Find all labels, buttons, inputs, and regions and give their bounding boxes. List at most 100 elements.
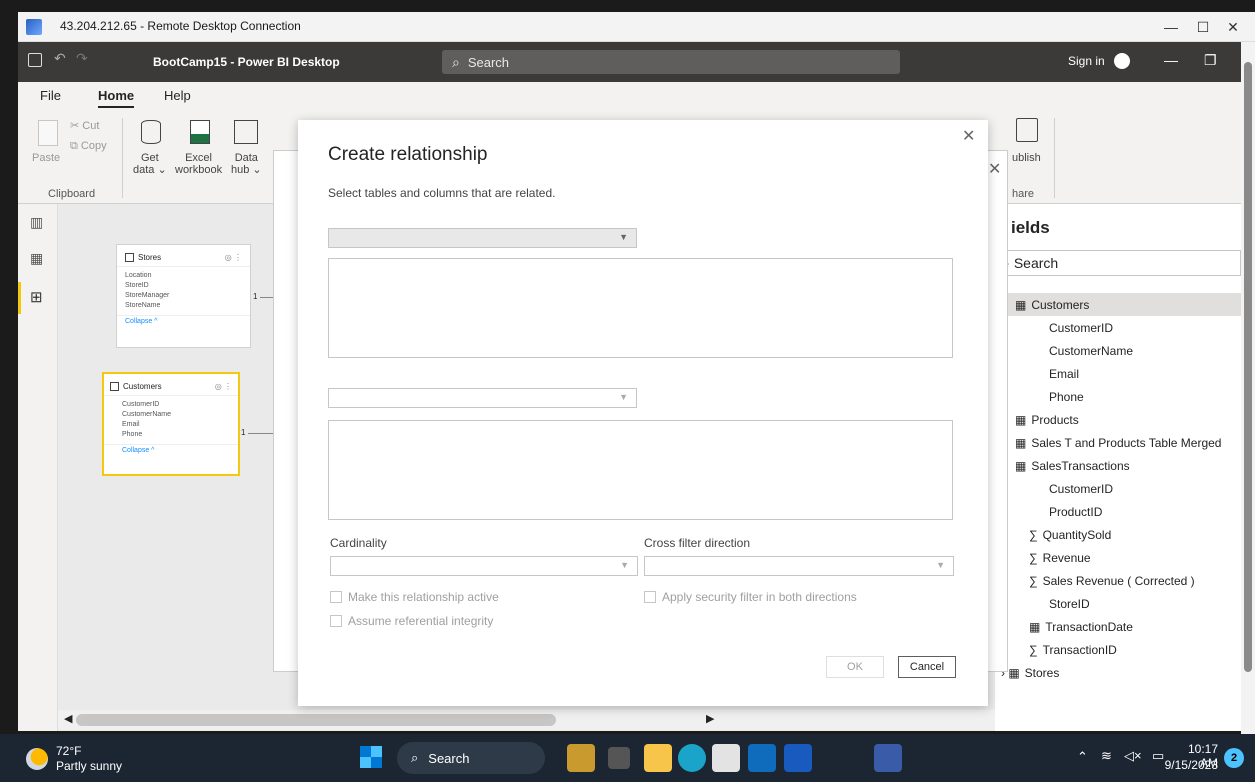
customers-table-card[interactable]: Customers ◎ ⋮ CustomerID CustomerName Em… [102, 372, 240, 476]
eye-icon[interactable]: ◎ ⋮ [225, 253, 242, 262]
remote-desktop-icon[interactable] [874, 744, 902, 772]
first-table-select[interactable]: ▼ [328, 228, 637, 248]
customers-field[interactable]: CustomerName [122, 410, 220, 420]
customers-field[interactable]: CustomerID [122, 400, 220, 410]
file-explorer-icon[interactable] [644, 744, 672, 772]
second-table-select[interactable]: ▼ [328, 388, 637, 408]
wifi-icon[interactable]: ≋ [1101, 748, 1112, 764]
checkbox-box[interactable] [644, 591, 656, 603]
get-data-button[interactable]: Get data ⌄ [133, 152, 167, 176]
checkbox-box[interactable] [330, 615, 342, 627]
clock-date[interactable]: 9/15/2023 [1156, 758, 1218, 772]
model-view-icon[interactable]: ⊞ [30, 288, 43, 306]
rdp-minimize-button[interactable]: — [1156, 16, 1186, 38]
sign-in-link[interactable]: Sign in [1068, 54, 1105, 68]
cancel-button[interactable]: Cancel [898, 656, 956, 678]
store-icon[interactable] [712, 744, 740, 772]
stores-field[interactable]: StoreManager [125, 291, 242, 301]
first-table-preview[interactable] [328, 258, 953, 358]
fields-list-item[interactable]: ∑ TransactionID [995, 638, 1241, 661]
vertical-scrollbar[interactable] [1241, 42, 1255, 734]
fields-list-item[interactable]: Phone [995, 385, 1241, 408]
start-icon[interactable] [360, 746, 382, 768]
table-view-icon[interactable]: ▦ [30, 250, 43, 267]
weather-temp[interactable]: 72°F [56, 744, 81, 758]
customers-collapse-link[interactable]: Collapse ^ [104, 444, 238, 456]
fields-list-item[interactable]: ▦ Sales T and Products Table Merged [995, 431, 1241, 454]
horizontal-scrollbar[interactable]: ◀ ▶ [58, 710, 995, 730]
fields-list-item[interactable]: ∑ Revenue [995, 546, 1241, 569]
fields-list-item[interactable]: ▦ TransactionDate [995, 615, 1241, 638]
pbi-minimize-button[interactable]: — [1164, 52, 1178, 68]
publish-icon [1016, 118, 1038, 142]
cardinality-select[interactable]: ▼ [330, 556, 638, 576]
taskbar-search[interactable]: ⌕ Search [397, 742, 545, 774]
ok-button[interactable]: OK [826, 656, 884, 678]
menu-file[interactable]: File [40, 88, 61, 103]
paste-button[interactable]: Paste [32, 152, 60, 164]
show-hidden-icons-icon[interactable]: ⌃ [1077, 749, 1088, 765]
stores-field[interactable]: StoreName [125, 301, 242, 311]
customers-field[interactable]: Email [122, 420, 220, 430]
cut-button[interactable]: ✂ Cut [70, 120, 99, 132]
referential-integrity-checkbox[interactable]: Assume referential integrity [330, 614, 493, 628]
excel-workbook-button[interactable]: Excel workbook [175, 152, 222, 176]
fields-list-item[interactable]: CustomerID [995, 316, 1241, 339]
checkbox-box[interactable] [330, 591, 342, 603]
scroll-right-icon[interactable]: ▶ [706, 712, 714, 725]
teams-icon[interactable] [567, 744, 595, 772]
menu-home[interactable]: Home [98, 88, 135, 108]
customers-field[interactable]: Phone [122, 430, 220, 440]
make-active-checkbox[interactable]: Make this relationship active [330, 590, 499, 604]
apply-security-checkbox[interactable]: Apply security filter in both directions [644, 590, 857, 604]
report-view-icon[interactable]: ▥ [30, 214, 43, 231]
scrollbar-thumb[interactable] [76, 714, 556, 726]
data-hub-button[interactable]: Data hub ⌄ [231, 152, 262, 176]
volume-icon[interactable]: ◁× [1124, 748, 1142, 764]
task-view-icon[interactable] [608, 747, 630, 769]
rdp-maximize-button[interactable]: ☐ [1188, 16, 1218, 38]
stores-field[interactable]: StoreID [125, 281, 242, 291]
fields-list-item[interactable]: ∑ Sales Revenue ( Corrected ) [995, 569, 1241, 592]
fields-list-item[interactable]: StoreID [995, 592, 1241, 615]
account-avatar-icon[interactable] [1114, 53, 1130, 69]
pbi-restore-button[interactable]: ❐ [1204, 52, 1217, 69]
notification-badge[interactable]: 2 [1224, 748, 1244, 768]
fields-list-item[interactable]: ▦ Customers [995, 293, 1241, 316]
edge-icon[interactable] [678, 744, 706, 772]
eye-icon[interactable]: ◎ ⋮ [215, 382, 232, 391]
fields-search-input[interactable]: ⌕ Search [1001, 250, 1241, 276]
relationship-line[interactable] [260, 297, 274, 298]
undo-icon[interactable]: ↶ [54, 50, 66, 67]
redo-icon[interactable]: ↷ [76, 50, 88, 67]
fields-list-item[interactable]: ProductID [995, 500, 1241, 523]
relationship-line[interactable] [248, 433, 274, 434]
weather-icon[interactable] [26, 748, 48, 770]
fields-list-item[interactable]: CustomerID [995, 477, 1241, 500]
title-search-box[interactable]: ⌕ Search [442, 50, 900, 74]
second-table-preview[interactable] [328, 420, 953, 520]
stores-table-card[interactable]: Stores ◎ ⋮ Location StoreID StoreManager… [116, 244, 251, 348]
outlook-icon[interactable] [748, 744, 776, 772]
weather-condition[interactable]: Partly sunny [56, 759, 122, 773]
fields-list-item[interactable]: ▦ Products [995, 408, 1241, 431]
scrollbar-thumb[interactable] [1244, 62, 1252, 672]
rdp-close-button[interactable]: ✕ [1218, 16, 1248, 38]
dialog-close-button[interactable]: ✕ [962, 126, 975, 146]
save-icon[interactable] [28, 53, 42, 67]
copy-button[interactable]: ⧉ Copy [70, 140, 107, 152]
fields-list-item[interactable]: › ▦ Stores [995, 661, 1241, 684]
publish-button[interactable]: ublish [1012, 152, 1041, 164]
word-icon[interactable] [784, 744, 812, 772]
menu-help[interactable]: Help [164, 88, 191, 103]
fields-list-item[interactable]: Email [995, 362, 1241, 385]
fields-list-item[interactable]: ∑ QuantitySold [995, 523, 1241, 546]
stores-collapse-link[interactable]: Collapse ^ [117, 315, 250, 327]
stores-field[interactable]: Location [125, 271, 242, 281]
scroll-left-icon[interactable]: ◀ [64, 712, 72, 725]
cross-filter-select[interactable]: ▼ [644, 556, 954, 576]
fields-list-item[interactable]: ▦ SalesTransactions [995, 454, 1241, 477]
fields-list-item[interactable]: CustomerName [995, 339, 1241, 362]
background-dialog-close-icon[interactable]: ✕ [988, 159, 1001, 179]
stores-field-list: Location StoreID StoreManager StoreName [117, 266, 250, 315]
